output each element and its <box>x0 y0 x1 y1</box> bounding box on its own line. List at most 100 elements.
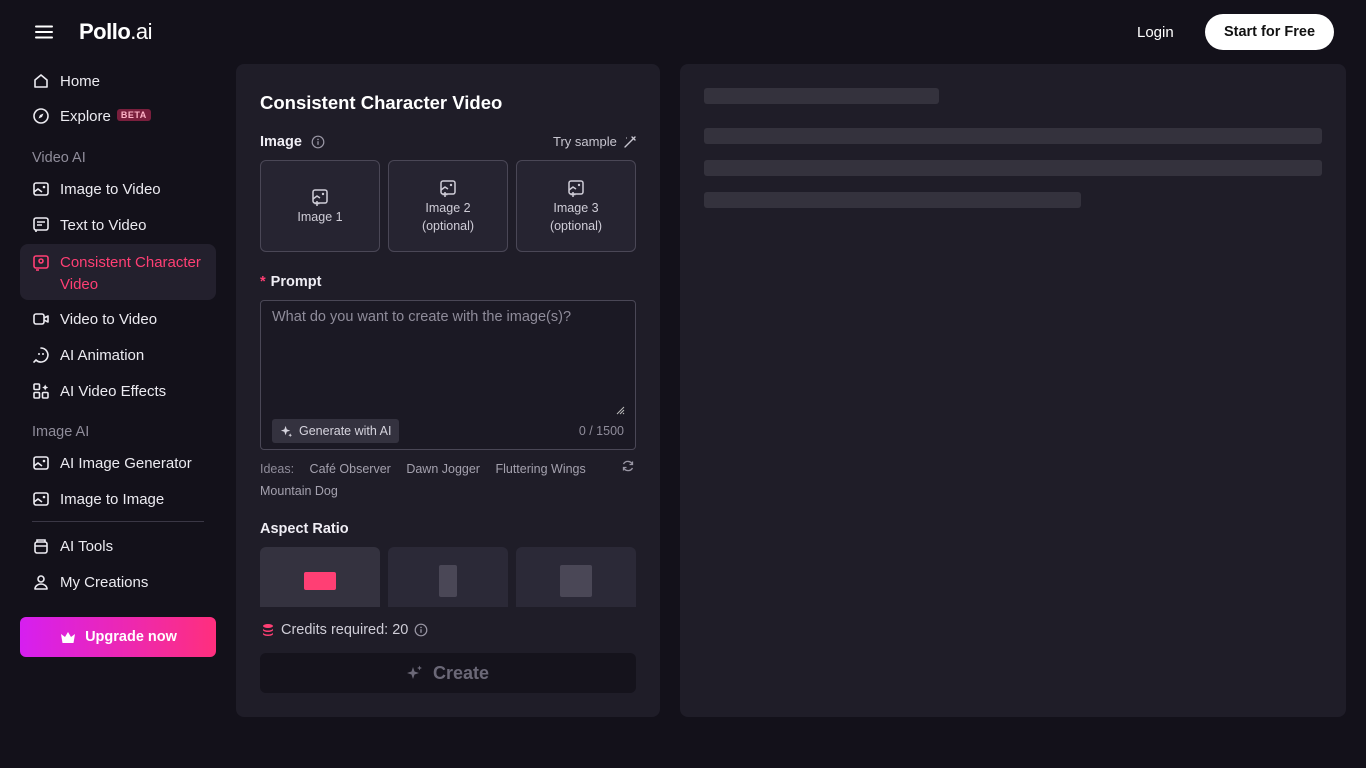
section-label-image-ai: Image AI <box>32 424 90 440</box>
preview-panel <box>680 64 1346 717</box>
aspect-ratio-label: Aspect Ratio <box>260 521 349 537</box>
image-to-image-icon <box>33 492 49 506</box>
login-link[interactable]: Login <box>1137 24 1174 41</box>
generate-with-ai-button[interactable]: Generate with AI <box>272 419 400 443</box>
create-button[interactable]: Create <box>260 653 636 693</box>
try-sample-label: Try sample <box>553 134 617 149</box>
prompt-textarea[interactable] <box>261 301 635 413</box>
try-sample-link[interactable]: Try sample <box>553 134 637 149</box>
add-image-icon <box>312 188 328 206</box>
page-title: Consistent Character Video <box>260 92 503 113</box>
image-label: Image <box>260 134 302 150</box>
add-image-icon <box>440 179 456 197</box>
refresh-icon[interactable] <box>621 459 635 473</box>
image-slot-1[interactable]: Image 1 <box>260 160 380 252</box>
image-slot-label: Image 2 <box>425 200 471 215</box>
sidebar-item-label: AI Animation <box>60 346 145 364</box>
prompt-box: Generate with AI 0 / 1500 <box>260 300 636 450</box>
skeleton-line <box>704 192 1081 208</box>
home-icon <box>34 74 48 88</box>
text-video-icon <box>33 217 49 232</box>
logo-main: Pollo <box>79 19 131 44</box>
prompt-label: * Prompt <box>260 274 321 290</box>
sidebar-item-video-to-video[interactable]: Video to Video <box>20 301 216 337</box>
upgrade-now-button[interactable]: Upgrade now <box>20 617 216 657</box>
sparkle-icon <box>280 425 293 437</box>
idea-chip[interactable]: Fluttering Wings <box>495 458 585 480</box>
ideas-list: Ideas: Café Observer Dawn Jogger Flutter… <box>260 458 610 502</box>
sidebar-item-ai-video-effects[interactable]: AI Video Effects <box>20 373 216 409</box>
add-image-icon <box>568 179 584 197</box>
sidebar-item-label: Text to Video <box>60 216 147 234</box>
sidebar-item-ai-animation[interactable]: AI Animation <box>20 337 216 373</box>
top-header: Pollo.ai Login Start for Free <box>0 0 1366 64</box>
ideas-label: Ideas: <box>260 462 295 476</box>
compass-icon <box>33 108 49 124</box>
animation-icon <box>33 347 49 363</box>
char-counter: 0 / 1500 <box>578 424 624 438</box>
aspect-ratio-portrait[interactable] <box>388 547 508 607</box>
sidebar-item-label: AI Video Effects <box>60 382 167 400</box>
aspect-ratio-square[interactable] <box>516 547 636 607</box>
portrait-shape-icon <box>439 565 457 597</box>
sidebar-item-label: Video to Video <box>60 310 158 328</box>
logo-suffix: .ai <box>130 19 153 44</box>
character-icon <box>33 255 49 271</box>
skeleton-line <box>704 128 1322 144</box>
sidebar-item-label: AI Image Generator <box>60 454 192 472</box>
image-slot-3[interactable]: Image 3 (optional) <box>516 160 636 252</box>
toolbox-icon <box>34 539 48 554</box>
sidebar-item-label: Home <box>60 72 101 90</box>
image-slot-label: Image 3 <box>553 200 599 215</box>
sidebar-item-explore[interactable]: Explore BETA <box>20 98 216 134</box>
hamburger-menu-icon[interactable] <box>34 22 54 42</box>
section-label-video-ai: Video AI <box>32 150 86 166</box>
beta-badge: BETA <box>116 108 151 121</box>
resize-grip-icon[interactable] <box>615 405 625 415</box>
sidebar-divider <box>32 521 204 522</box>
sidebar-item-text-to-video[interactable]: Text to Video <box>20 207 216 243</box>
idea-chip[interactable]: Mountain Dog <box>260 480 338 502</box>
coins-icon <box>263 624 273 636</box>
create-label: Create <box>432 662 490 683</box>
upgrade-label: Upgrade now <box>85 629 177 645</box>
prompt-label-text: Prompt <box>270 274 322 290</box>
aspect-ratio-landscape[interactable] <box>260 547 380 607</box>
sidebar-item-my-creations[interactable]: My Creations <box>20 564 216 600</box>
sidebar-item-label: AI Tools <box>60 537 114 555</box>
video-camera-icon <box>33 313 49 325</box>
generation-form-panel: Consistent Character Video Image Try sam… <box>236 64 660 717</box>
sidebar-item-home[interactable]: Home <box>20 63 216 99</box>
image-slot-2[interactable]: Image 2 (optional) <box>388 160 508 252</box>
magic-wand-icon <box>624 135 636 148</box>
crown-icon <box>61 632 76 643</box>
generate-with-ai-label: Generate with AI <box>299 424 392 438</box>
image-video-icon <box>33 182 49 196</box>
sidebar-item-image-to-image[interactable]: Image to Image <box>20 481 216 517</box>
sidebar-item-ai-image-generator[interactable]: AI Image Generator <box>20 445 216 481</box>
image-slot-label: Image 1 <box>297 209 343 224</box>
sidebar-item-ai-tools[interactable]: AI Tools <box>20 528 216 564</box>
sidebar-item-label: Image to Image <box>60 490 165 508</box>
required-mark: * <box>260 274 266 290</box>
sidebar-item-label-line1: Consistent Character <box>60 254 201 271</box>
skeleton-line <box>704 88 939 104</box>
sidebar-item-consistent-character-video[interactable]: Consistent Character Video <box>20 244 216 300</box>
logo[interactable]: Pollo.ai <box>79 19 153 45</box>
image-slot-sublabel: (optional) <box>549 218 603 233</box>
idea-chip[interactable]: Café Observer <box>310 458 391 480</box>
start-for-free-button[interactable]: Start for Free <box>1205 14 1334 50</box>
sidebar-item-label-line2: Video <box>60 276 99 293</box>
landscape-shape-icon <box>304 572 336 590</box>
effects-grid-icon <box>33 383 49 399</box>
skeleton-line <box>704 160 1322 176</box>
info-icon[interactable] <box>311 135 325 149</box>
sidebar-item-label: Image to Video <box>60 180 161 198</box>
image-generator-icon <box>33 456 49 470</box>
idea-chip[interactable]: Dawn Jogger <box>406 458 480 480</box>
info-icon[interactable] <box>414 623 428 637</box>
sidebar-item-image-to-video[interactable]: Image to Video <box>20 171 216 207</box>
user-icon <box>34 575 48 590</box>
credits-required: Credits required: 20 <box>262 622 428 638</box>
sidebar-item-label: Explore <box>60 107 111 125</box>
